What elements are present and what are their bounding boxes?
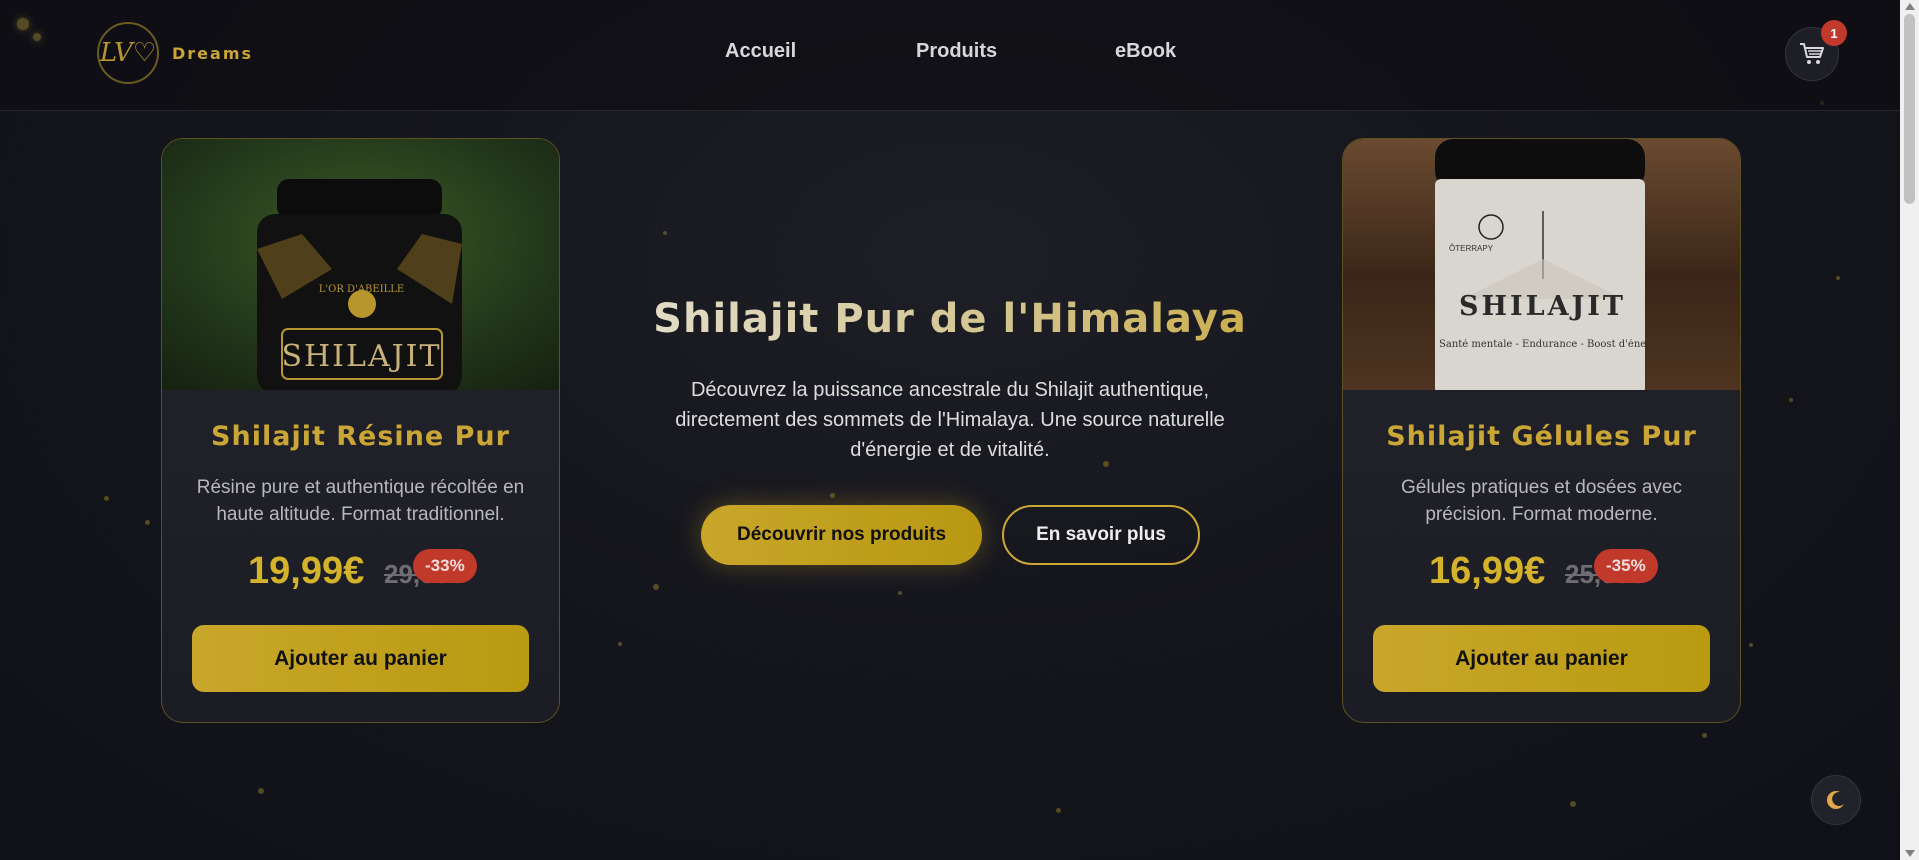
jar-subtitle: Santé mentale - Endurance - Boost d'éner…: [1439, 339, 1645, 350]
product-image-capsules[interactable]: ÔTERRAPY SHILAJIT Santé mentale - Endura…: [1343, 139, 1740, 390]
product-price: 16,99€: [1429, 550, 1546, 592]
product-image-resin[interactable]: L'OR D'ABEILLE SHILAJIT: [162, 139, 559, 390]
hero-description: Découvrez la puissance ancestrale du Shi…: [675, 379, 1225, 461]
moon-icon: [1826, 791, 1844, 810]
product-description: Gélules pratiques et dosées avec précisi…: [1401, 477, 1682, 525]
product-title[interactable]: Shilajit Résine Pur: [162, 421, 559, 452]
nav-item-produits[interactable]: Produits: [916, 40, 997, 63]
discount-badge: -35%: [1594, 549, 1658, 583]
page-scrollbar[interactable]: [1900, 0, 1919, 860]
add-to-cart-button[interactable]: Ajouter au panier: [192, 625, 529, 692]
jar-label: SHILAJIT: [1458, 291, 1627, 322]
site-header: LV♡ Dreams Accueil Produits eBook 1: [0, 0, 1900, 111]
product-title[interactable]: Shilajit Gélules Pur: [1343, 421, 1740, 452]
brand-name[interactable]: Dreams: [172, 44, 253, 63]
logo-text: LV♡: [99, 38, 157, 68]
scroll-down-icon[interactable]: [1905, 850, 1915, 857]
jar-label: SHILAJIT: [281, 339, 442, 374]
jar-brand-label: L'OR D'ABEILLE: [318, 284, 405, 295]
product-card-capsules: ÔTERRAPY SHILAJIT Santé mentale - Endura…: [1342, 138, 1741, 723]
nav-item-ebook[interactable]: eBook: [1115, 40, 1176, 63]
discover-products-button[interactable]: Découvrir nos produits: [701, 505, 982, 565]
scroll-thumb[interactable]: [1904, 14, 1915, 204]
product-card-resin: L'OR D'ABEILLE SHILAJIT Shilajit Résine …: [161, 138, 560, 723]
cart-icon: [1800, 43, 1824, 64]
learn-more-button[interactable]: En savoir plus: [1002, 505, 1200, 565]
discount-badge: -33%: [413, 549, 477, 583]
hero-title: Shilajit Pur de l'Himalaya: [560, 296, 1340, 342]
cart-count-badge: 1: [1821, 20, 1847, 46]
scroll-up-icon[interactable]: [1905, 3, 1915, 10]
jar-brand-label: ÔTERRAPY: [1449, 244, 1494, 253]
add-to-cart-button[interactable]: Ajouter au panier: [1373, 625, 1710, 692]
theme-toggle-button[interactable]: [1811, 775, 1861, 825]
product-price: 19,99€: [248, 550, 365, 592]
product-description: Résine pure et authentique récoltée en h…: [196, 477, 525, 525]
site-logo[interactable]: LV♡: [97, 22, 159, 84]
nav-item-accueil[interactable]: Accueil: [725, 40, 796, 63]
